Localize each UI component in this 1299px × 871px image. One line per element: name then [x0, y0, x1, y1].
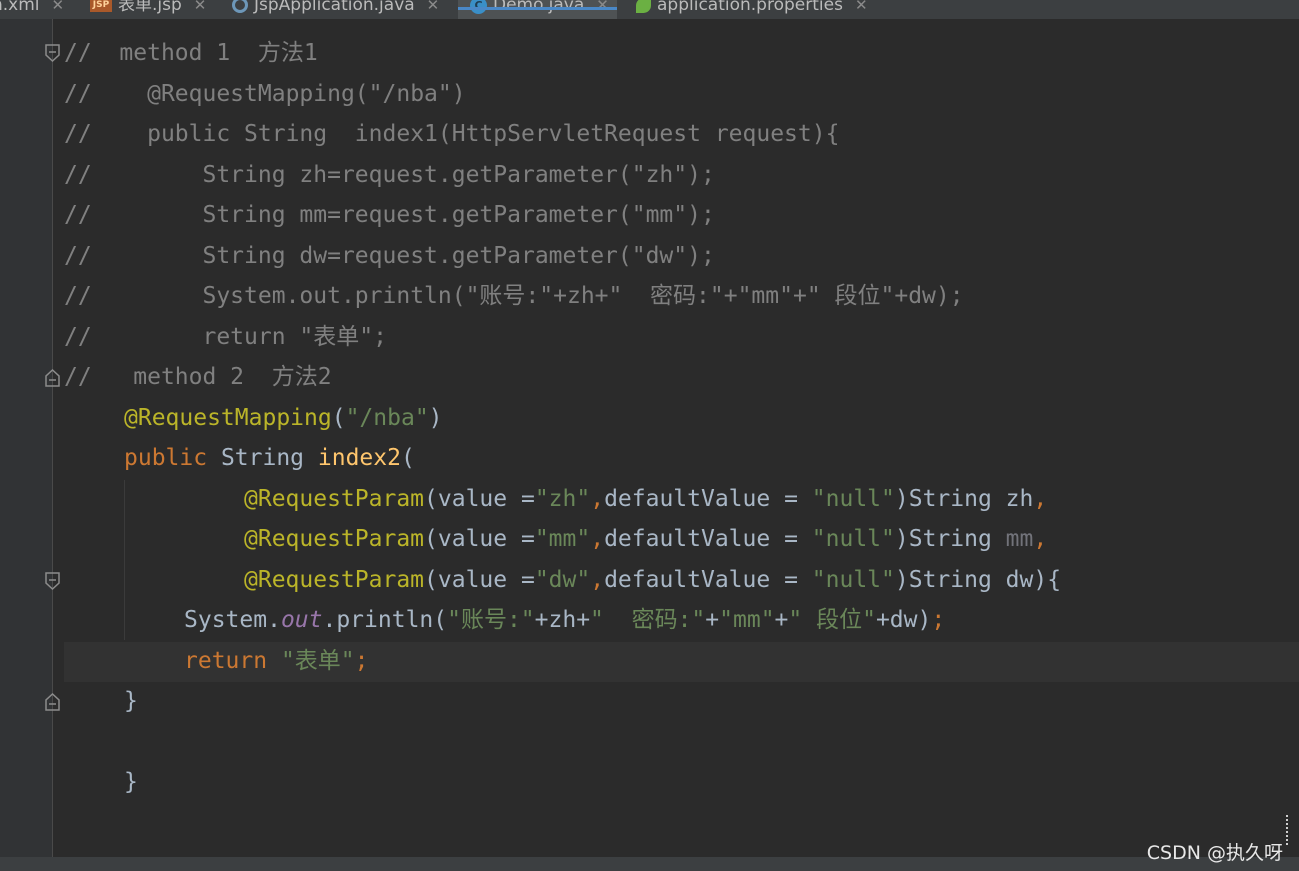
tab-label: Demo.java	[493, 0, 585, 15]
code-line-comment: // @RequestMapping("/nba")	[64, 81, 466, 107]
close-icon[interactable]: ✕	[855, 0, 868, 16]
close-icon[interactable]: ✕	[427, 0, 440, 16]
fold-start-icon[interactable]	[45, 44, 60, 62]
tab-xml[interactable]: n.xml ✕	[0, 0, 64, 19]
tab-label: n.xml	[0, 0, 40, 15]
properties-leaf-icon	[636, 0, 651, 13]
bottom-strip	[0, 857, 1299, 871]
watermark-text: CSDN @执久呀	[1146, 842, 1283, 864]
code-line-println: System.out.println("账号:"+zh+" 密码:"+"mm"+…	[184, 607, 946, 633]
tab-application-properties[interactable]: application.properties ✕	[636, 0, 868, 19]
editor-tab-bar: n.xml ✕ JSP 表单.jsp ✕ JspApplication.java…	[0, 0, 1299, 19]
code-line-close-brace: }	[124, 688, 138, 714]
code-line-comment: // String mm=request.getParameter("mm");	[64, 202, 715, 228]
java-class-icon: C	[470, 0, 487, 14]
scrollbar-marker[interactable]	[1286, 815, 1296, 845]
close-icon[interactable]: ✕	[194, 0, 207, 16]
tab-label: JspApplication.java	[254, 0, 415, 15]
spring-app-icon	[232, 0, 248, 13]
code-line-comment: // System.out.println("账号:"+zh+" 密码:"+"m…	[64, 283, 964, 309]
jsp-file-icon: JSP	[90, 0, 112, 12]
editor-gutter	[0, 19, 52, 857]
code-line-method-signature: public String index2(	[124, 445, 415, 471]
fold-start-icon[interactable]	[45, 572, 60, 590]
fold-end-icon[interactable]	[45, 693, 60, 711]
fold-end-icon[interactable]	[45, 369, 60, 387]
code-line-annotation: @RequestMapping("/nba")	[124, 405, 443, 431]
code-line-close-brace: }	[124, 769, 138, 795]
tab-jsp[interactable]: JSP 表单.jsp ✕	[90, 0, 206, 19]
code-line-comment: // String dw=request.getParameter("dw");	[64, 243, 715, 269]
code-line-comment: // method 1 方法1	[64, 40, 318, 66]
tab-label: application.properties	[657, 0, 843, 15]
code-line-comment: // public String index1(HttpServletReque…	[64, 121, 840, 147]
code-line-comment: // method 2 方法2	[64, 364, 332, 390]
code-line-comment: // return "表单";	[64, 324, 387, 350]
code-line-param: @RequestParam(value ="mm",defaultValue =…	[244, 526, 1048, 552]
code-line-return: return "表单";	[184, 648, 369, 674]
code-line-param: @RequestParam(value ="dw",defaultValue =…	[244, 567, 1062, 593]
close-icon[interactable]: ✕	[52, 0, 65, 16]
tab-label: 表单.jsp	[118, 0, 182, 15]
code-line-comment: // String zh=request.getParameter("zh");	[64, 162, 715, 188]
close-icon[interactable]: ✕	[596, 0, 609, 16]
gutter-divider	[52, 19, 53, 857]
tab-jsp-application[interactable]: JspApplication.java ✕	[232, 0, 439, 19]
code-line-param: @RequestParam(value ="zh",defaultValue =…	[244, 486, 1048, 512]
tab-demo-java[interactable]: C Demo.java ✕	[458, 0, 617, 19]
indent-guide	[124, 480, 125, 640]
